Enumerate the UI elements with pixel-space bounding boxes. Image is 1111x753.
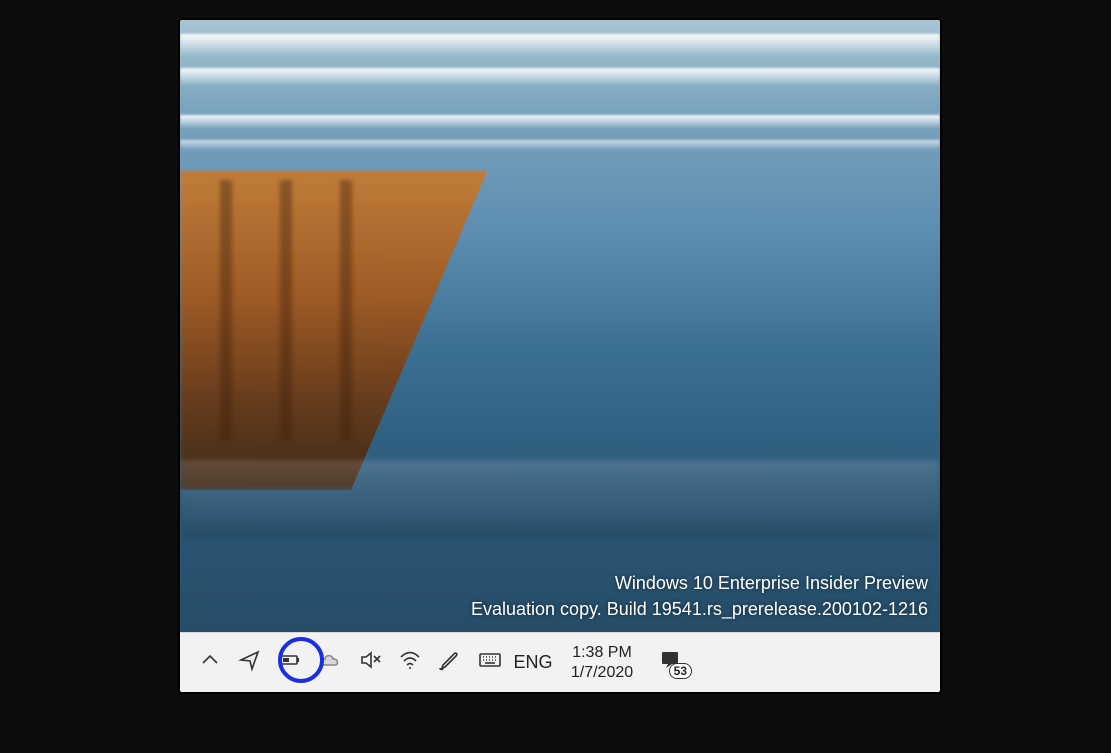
volume-muted-icon [358,648,382,677]
volume-tray-button[interactable] [350,643,390,683]
battery-tray-button[interactable] [270,643,310,683]
clock-time: 1:38 PM [572,643,632,663]
cloud-icon [318,648,342,677]
screen: Windows 10 Enterprise Insider Preview Ev… [0,0,1111,753]
language-label: ENG [513,652,552,673]
tray-overflow-button[interactable] [190,643,230,683]
taskbar: ENG 1:38 PM 1/7/2020 53 [180,632,940,692]
onedrive-tray-button[interactable] [310,643,350,683]
battery-icon [278,648,302,677]
input-language-button[interactable]: ENG [510,643,556,683]
clock-tray-button[interactable]: 1:38 PM 1/7/2020 [556,643,648,683]
wallpaper-detail [340,180,352,440]
action-center-button[interactable]: 53 [648,643,692,683]
watermark-title: Windows 10 Enterprise Insider Preview [471,570,928,596]
wallpaper-detail [280,180,292,440]
wallpaper-wave [180,68,940,86]
wallpaper-wave [180,140,940,150]
desktop-frame: Windows 10 Enterprise Insider Preview Ev… [180,20,940,692]
touch-keyboard-tray-button[interactable] [470,643,510,683]
location-tray-button[interactable] [230,643,270,683]
windows-ink-tray-button[interactable] [430,643,470,683]
wifi-icon [398,648,422,677]
wallpaper-detail [220,180,232,440]
notification-count-badge: 53 [669,663,692,679]
clock-date: 1/7/2020 [571,663,633,683]
location-arrow-icon [238,648,262,677]
watermark-build: Evaluation copy. Build 19541.rs_prerelea… [471,596,928,622]
wifi-tray-button[interactable] [390,643,430,683]
wallpaper-wave [180,115,940,129]
wallpaper-wave [180,34,940,56]
wallpaper-detail [180,460,940,540]
build-watermark: Windows 10 Enterprise Insider Preview Ev… [471,570,928,622]
desktop-wallpaper[interactable]: Windows 10 Enterprise Insider Preview Ev… [180,20,940,632]
pen-icon [438,648,462,677]
touch-keyboard-icon [478,648,502,677]
chevron-up-icon [198,648,222,677]
